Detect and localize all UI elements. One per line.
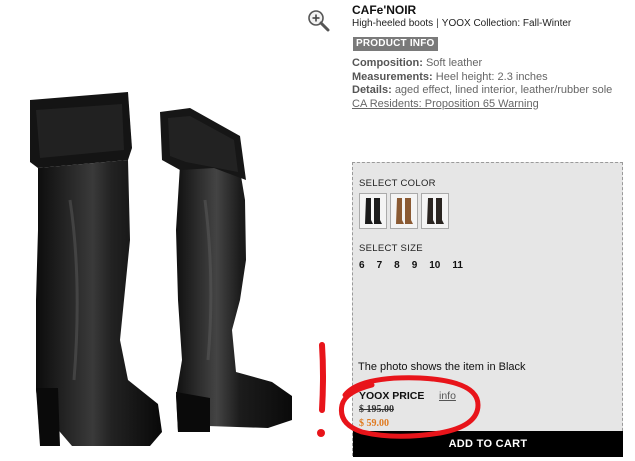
measurements-row: Measurements: Heel height: 2.3 inches: [352, 71, 612, 85]
price-info-link[interactable]: info: [439, 390, 456, 402]
product-category: High-heeled boots: [352, 18, 434, 29]
product-image[interactable]: [0, 0, 350, 456]
details-row: Details: aged effect, lined interior, le…: [352, 84, 612, 98]
measurements-value: Heel height: 2.3 inches: [435, 70, 548, 83]
measurements-label: Measurements:: [352, 70, 433, 83]
composition-row: Composition: Soft leather: [352, 57, 612, 71]
composition-label: Composition:: [352, 57, 423, 69]
product-collection: YOOX Collection: Fall-Winter: [441, 18, 572, 29]
separator: |: [436, 18, 439, 29]
size-option[interactable]: 8: [394, 260, 400, 271]
size-option[interactable]: 9: [412, 260, 418, 271]
size-option[interactable]: 7: [377, 260, 383, 271]
zoom-in-icon[interactable]: [306, 8, 330, 32]
color-swatch-brown[interactable]: [390, 193, 418, 229]
product-details: Composition: Soft leather Measurements: …: [352, 57, 612, 111]
size-option[interactable]: 6: [359, 260, 365, 271]
color-swatches: [359, 193, 449, 229]
select-color-label: SELECT COLOR: [359, 178, 436, 189]
color-swatch-black[interactable]: [359, 193, 387, 229]
photo-color-note: The photo shows the item in Black: [358, 361, 526, 373]
select-size-label: SELECT SIZE: [359, 243, 423, 254]
add-to-cart-button[interactable]: ADD TO CART: [353, 431, 623, 457]
details-label: Details:: [352, 84, 392, 96]
boots-image: [30, 92, 292, 446]
original-price: $ 195.00: [359, 404, 394, 415]
product-subtitle: High-heeled boots | YOOX Collection: Fall-…: [352, 18, 571, 29]
size-options: 6 7 8 9 10 11: [359, 260, 475, 271]
size-option[interactable]: 10: [429, 260, 440, 271]
brand-name: CAFe'NOIR: [352, 3, 417, 17]
sale-price: $ 59.00: [359, 418, 389, 429]
prop65-warning-link[interactable]: CA Residents: Proposition 65 Warning: [352, 98, 539, 110]
product-info-badge: PRODUCT INFO: [353, 37, 438, 51]
color-swatch-dark[interactable]: [421, 193, 449, 229]
composition-value: Soft leather: [425, 57, 483, 69]
details-value: aged effect, lined interior, leather/rub…: [394, 84, 613, 96]
size-option[interactable]: 11: [452, 260, 463, 271]
price-label: YOOX PRICE: [359, 390, 425, 402]
purchase-panel: SELECT COLOR SELECT SIZE 6 7 8 9 10 11 T…: [352, 162, 623, 457]
